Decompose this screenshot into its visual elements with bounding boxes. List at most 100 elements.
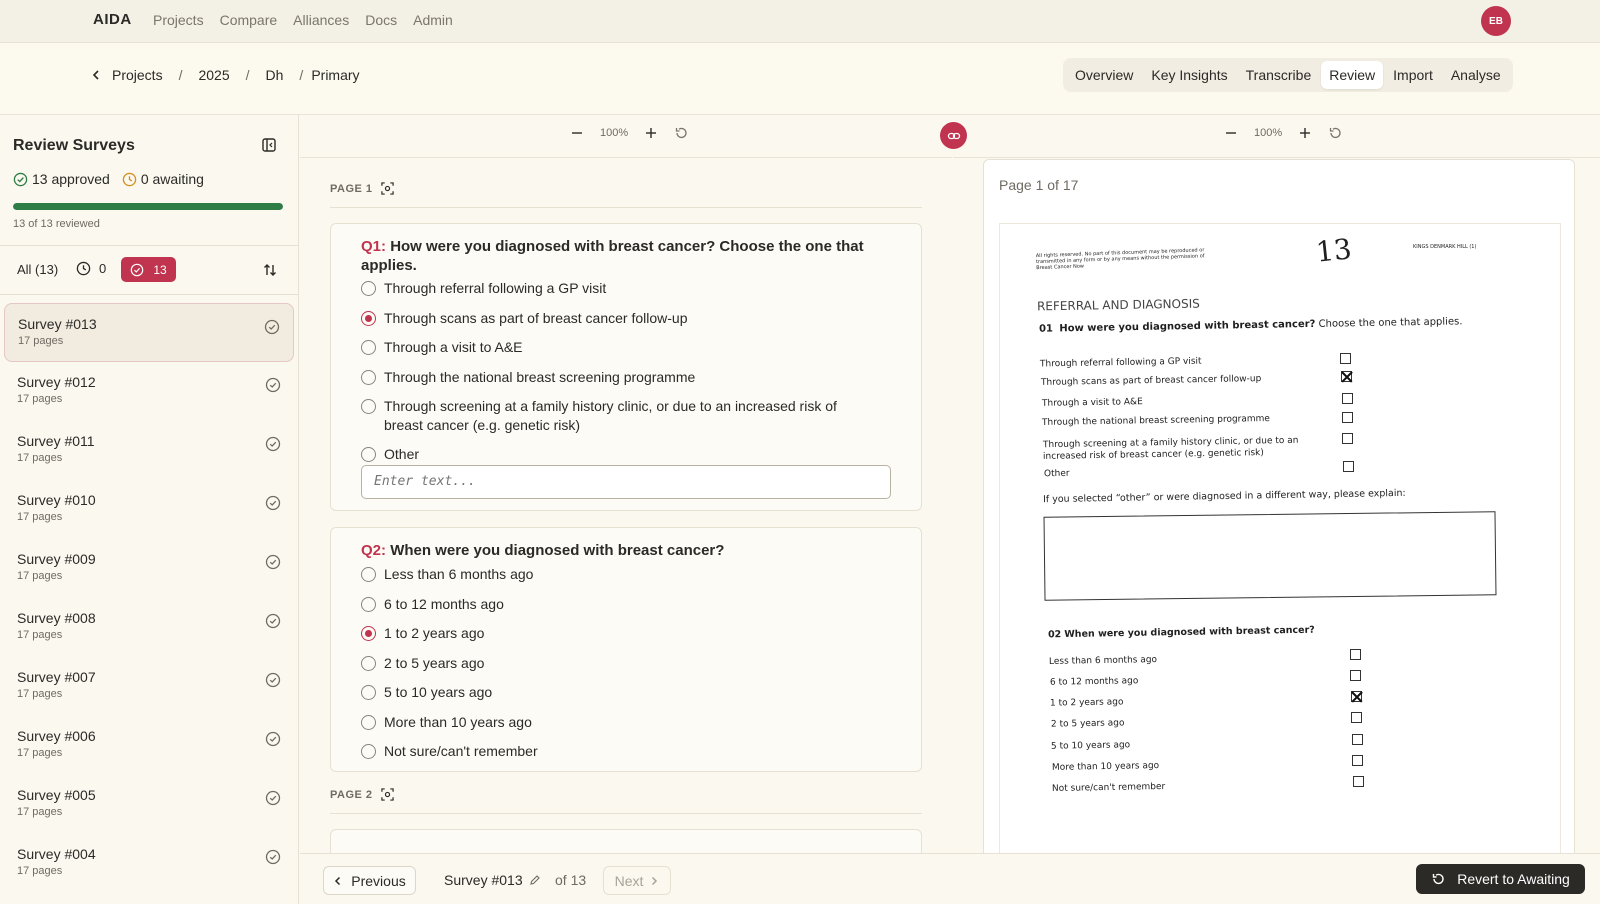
zoom-in-icon[interactable] xyxy=(1298,126,1312,140)
breadcrumb-year[interactable]: 2025 xyxy=(198,67,229,83)
radio-button[interactable] xyxy=(361,447,376,462)
scan-checkbox xyxy=(1343,461,1354,472)
radio-option[interactable]: Less than 6 months ago xyxy=(361,565,871,584)
check-circle-icon xyxy=(265,849,281,865)
tab-overview[interactable]: Overview xyxy=(1067,61,1141,89)
radio-option[interactable]: More than 10 years ago xyxy=(361,713,871,732)
radio-button[interactable] xyxy=(361,626,376,641)
filter-awaiting[interactable]: 0 xyxy=(76,261,106,276)
scan-q2-heading: 02 When were you diagnosed with breast c… xyxy=(1048,625,1315,641)
radio-button[interactable] xyxy=(361,744,376,759)
awaiting-count: 0 awaiting xyxy=(140,171,204,187)
radio-option[interactable]: Through referral following a GP visit xyxy=(361,279,871,298)
survey-list-item[interactable]: Survey #008 17 pages xyxy=(4,598,294,657)
survey-list-item[interactable]: Survey #012 17 pages xyxy=(4,362,294,421)
radio-option-label: More than 10 years ago xyxy=(384,714,532,730)
radio-button[interactable] xyxy=(361,311,376,326)
approved-stat: 13 approved xyxy=(13,171,110,187)
survey-page-count: 17 pages xyxy=(17,511,63,523)
survey-list-item[interactable]: Survey #006 17 pages xyxy=(4,716,294,775)
radio-button[interactable] xyxy=(361,399,376,414)
filter-approved-count: 13 xyxy=(153,262,167,277)
scan-option-text: 2 to 5 years ago xyxy=(1050,718,1125,730)
radio-button[interactable] xyxy=(361,340,376,355)
breadcrumb-project[interactable]: Dh xyxy=(266,67,284,83)
focus-icon[interactable] xyxy=(380,788,394,801)
brand-logo[interactable]: AIDA xyxy=(93,11,132,28)
radio-option[interactable]: 5 to 10 years ago xyxy=(361,683,871,702)
tab-review[interactable]: Review xyxy=(1321,61,1384,89)
radio-option[interactable]: Not sure/can't remember xyxy=(361,742,871,761)
scan-site: KINGS DENMARK HILL (1) xyxy=(1413,244,1477,250)
filter-all[interactable]: All (13) xyxy=(17,262,58,277)
survey-list-item[interactable]: Survey #009 17 pages xyxy=(4,539,294,598)
radio-button[interactable] xyxy=(361,715,376,730)
radio-button[interactable] xyxy=(361,656,376,671)
radio-option[interactable]: Other xyxy=(361,445,871,464)
question-title: Q1: How were you diagnosed with breast c… xyxy=(361,237,881,275)
survey-list-item[interactable]: Survey #007 17 pages xyxy=(4,657,294,716)
sort-icon[interactable] xyxy=(262,262,278,278)
filter-awaiting-count: 0 xyxy=(99,261,107,276)
next-button[interactable]: Next xyxy=(603,866,671,895)
tab-import[interactable]: Import xyxy=(1385,61,1441,89)
tab-key-insights[interactable]: Key Insights xyxy=(1143,61,1235,89)
tab-transcribe[interactable]: Transcribe xyxy=(1238,61,1320,89)
radio-option[interactable]: Through scans as part of breast cancer f… xyxy=(361,309,871,328)
filter-approved[interactable]: 13 xyxy=(121,257,176,282)
previous-button[interactable]: Previous xyxy=(323,866,416,895)
scan-explain-text: If you selected “other” or were diagnose… xyxy=(1042,487,1406,506)
nav-projects[interactable]: Projects xyxy=(153,12,204,28)
sidebar-collapse-icon[interactable] xyxy=(261,137,277,153)
survey-list-item[interactable]: Survey #013 17 pages xyxy=(4,303,294,362)
zoom-in-icon[interactable] xyxy=(644,126,658,140)
zoom-out-icon[interactable] xyxy=(570,126,584,140)
survey-list-item[interactable]: Survey #010 17 pages xyxy=(4,480,294,539)
scan-checkbox xyxy=(1342,412,1353,423)
question-card-page2 xyxy=(330,829,922,853)
question-text: When were you diagnosed with breast canc… xyxy=(390,542,725,559)
chevron-left-icon xyxy=(335,876,341,885)
pencil-icon[interactable] xyxy=(529,874,541,886)
nav-admin[interactable]: Admin xyxy=(413,12,453,28)
radio-option[interactable]: 1 to 2 years ago xyxy=(361,624,871,643)
page-2-label: PAGE 2 xyxy=(330,788,394,801)
radio-button[interactable] xyxy=(361,567,376,582)
nav-docs[interactable]: Docs xyxy=(365,12,397,28)
radio-button[interactable] xyxy=(361,370,376,385)
progress-fill xyxy=(13,203,283,210)
current-survey[interactable]: Survey #013 xyxy=(444,872,541,888)
radio-option-label: 2 to 5 years ago xyxy=(384,655,485,671)
next-label: Next xyxy=(614,872,644,889)
radio-button[interactable] xyxy=(361,597,376,612)
scan-explain-box xyxy=(1043,511,1497,601)
reset-rotate-icon[interactable] xyxy=(674,126,688,140)
radio-option[interactable]: 2 to 5 years ago xyxy=(361,654,871,673)
nav-alliances[interactable]: Alliances xyxy=(293,12,349,28)
user-avatar[interactable]: EB xyxy=(1481,6,1511,36)
radio-option[interactable]: Through screening at a family history cl… xyxy=(361,397,871,435)
nav-compare[interactable]: Compare xyxy=(220,12,278,28)
survey-list-item[interactable]: Survey #004 17 pages xyxy=(4,834,294,893)
question-card-q1: Q1: How were you diagnosed with breast c… xyxy=(330,223,922,511)
page-1-label: PAGE 1 xyxy=(330,182,394,195)
radio-option[interactable]: Through a visit to A&E xyxy=(361,338,871,357)
tab-analyse[interactable]: Analyse xyxy=(1443,61,1509,89)
radio-button[interactable] xyxy=(361,685,376,700)
chevron-left-icon[interactable] xyxy=(90,69,102,81)
revert-to-awaiting-button[interactable]: Revert to Awaiting xyxy=(1416,864,1585,894)
radio-button[interactable] xyxy=(361,281,376,296)
survey-list-item[interactable]: Survey #011 17 pages xyxy=(4,421,294,480)
other-text-input[interactable] xyxy=(361,465,891,499)
link-sync-button[interactable] xyxy=(940,122,967,149)
focus-icon[interactable] xyxy=(380,182,394,195)
survey-name: Survey #013 xyxy=(18,316,97,332)
radio-option-label: Other xyxy=(384,446,420,462)
radio-option[interactable]: 6 to 12 months ago xyxy=(361,595,871,614)
radio-option[interactable]: Through the national breast screening pr… xyxy=(361,368,871,387)
breadcrumb-projects[interactable]: Projects xyxy=(112,67,163,83)
survey-list-item[interactable]: Survey #005 17 pages xyxy=(4,775,294,834)
breadcrumb-current: Primary xyxy=(311,67,360,83)
reset-rotate-icon[interactable] xyxy=(1328,126,1342,140)
zoom-out-icon[interactable] xyxy=(1224,126,1238,140)
